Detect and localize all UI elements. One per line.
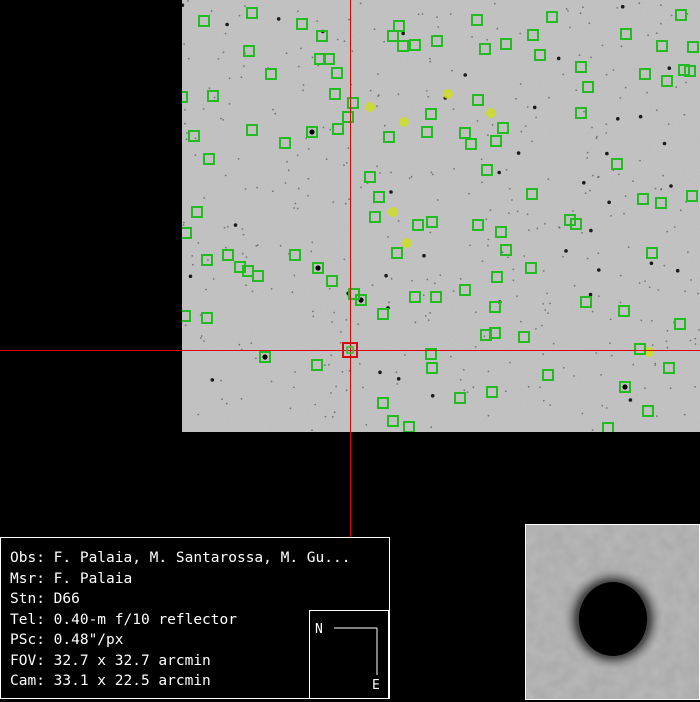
compass-east-label: E xyxy=(372,678,380,693)
measurer-line: Msr: F. Palaia xyxy=(10,570,133,587)
compass-rose-icon: N E xyxy=(309,610,389,699)
compass-svg: N E xyxy=(315,622,380,693)
moving-object-position xyxy=(402,238,412,248)
zoom-inset-image xyxy=(526,525,699,699)
moving-object-position xyxy=(443,89,453,99)
moving-object-position xyxy=(365,102,375,112)
moving-object-position xyxy=(388,207,398,217)
sky-noise xyxy=(182,0,700,432)
observer-line: Obs: F. Palaia, M. Santarossa, M. Gu... xyxy=(10,550,351,566)
compass-north-label: N xyxy=(315,622,323,637)
star-field-svg xyxy=(182,0,700,432)
star-field-image[interactable] xyxy=(182,0,700,432)
moving-object-position xyxy=(486,108,496,118)
moving-object-position xyxy=(399,117,409,127)
zoom-inset-panel xyxy=(525,524,700,700)
station-line: Stn: D66 xyxy=(10,591,80,607)
